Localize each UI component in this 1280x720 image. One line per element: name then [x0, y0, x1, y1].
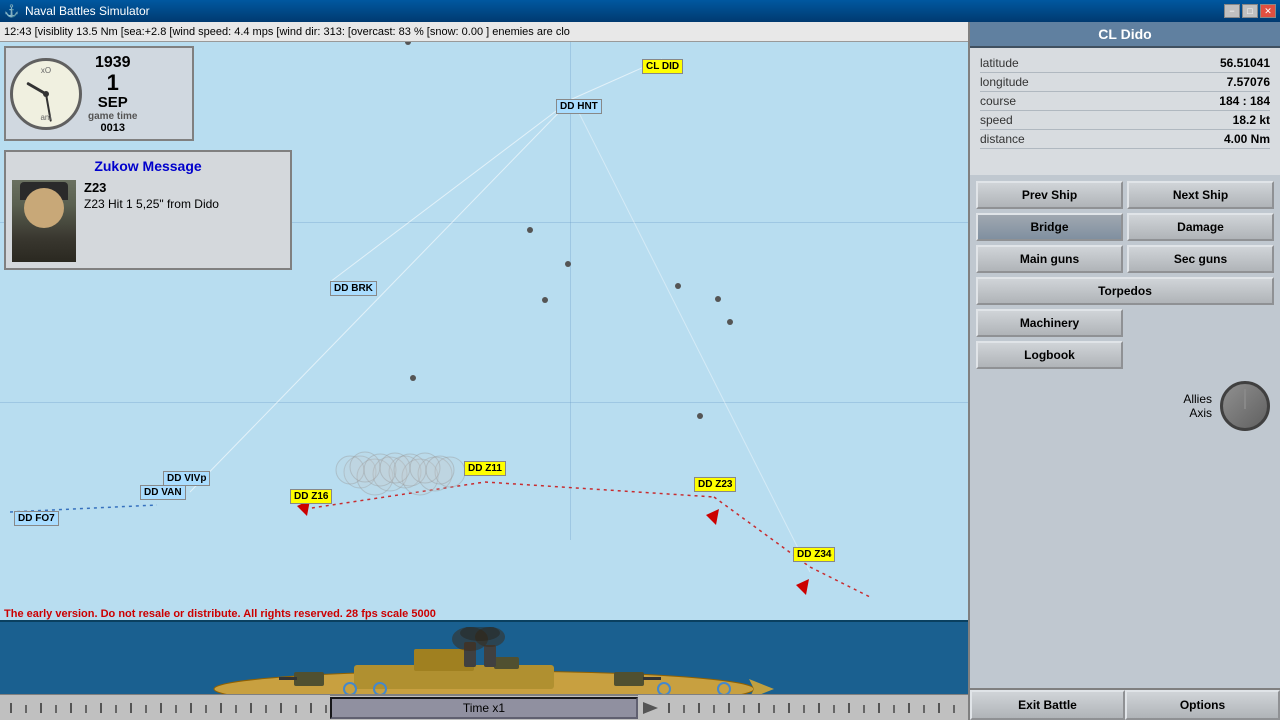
longitude-value: 7.57076: [1227, 75, 1270, 89]
stat-row-distance: distance 4.00 Nm: [980, 130, 1270, 149]
ship-label-dd-brk[interactable]: DD BRK: [330, 281, 377, 296]
message-body: Z23 Hit 1 5,25" from Dido: [84, 197, 219, 211]
bridge-button[interactable]: Bridge: [976, 213, 1123, 241]
prev-ship-button[interactable]: Prev Ship: [976, 181, 1123, 209]
clock-month: SEP: [98, 94, 128, 111]
time-control-slider[interactable]: Time x1: [330, 697, 638, 719]
axis-label: Axis: [1189, 406, 1212, 420]
grid-line-horizontal-2: [0, 402, 968, 403]
ship-label-dd-hnt[interactable]: DD HNT: [556, 99, 602, 114]
compass-needle-s: [1244, 389, 1246, 409]
logbook-button[interactable]: Logbook: [976, 341, 1123, 369]
course-value: 184 : 184: [1219, 94, 1270, 108]
next-ship-button[interactable]: Next Ship: [1127, 181, 1274, 209]
longitude-label: longitude: [980, 75, 1029, 89]
message-text: Z23 Z23 Hit 1 5,25" from Dido: [84, 180, 219, 262]
stat-row-longitude: longitude 7.57076: [980, 73, 1270, 92]
main-container: 12:43 [visiblity 13.5 Nm [sea:+2.8 [wind…: [0, 22, 1280, 720]
btn-row-3: Main guns Sec guns: [976, 245, 1274, 273]
clock-day: 1: [107, 72, 119, 94]
titlebar-controls: − □ ✕: [1224, 4, 1276, 18]
speed-label: speed: [980, 113, 1013, 127]
sec-guns-button[interactable]: Sec guns: [1127, 245, 1274, 273]
time-control-label: Time x1: [463, 701, 505, 715]
distance-value: 4.00 Nm: [1224, 132, 1270, 146]
close-button[interactable]: ✕: [1260, 4, 1276, 18]
clock-gametime: 0013: [100, 122, 124, 134]
minimize-button[interactable]: −: [1224, 4, 1240, 18]
clock-panel: xO am 1939 1 SEP game time 0013: [4, 46, 194, 141]
message-avatar: [12, 180, 76, 262]
ship-label-dd-vivp[interactable]: DD VIVp: [163, 471, 210, 486]
options-button[interactable]: Options: [1125, 690, 1280, 720]
distance-label: distance: [980, 132, 1025, 146]
latitude-label: latitude: [980, 56, 1019, 70]
clock-marking-am: am: [40, 113, 51, 122]
torpedos-button[interactable]: Torpedos: [976, 277, 1274, 305]
grid-line-vertical: [570, 42, 571, 540]
ship-label-dd-z11[interactable]: DD Z11: [464, 461, 506, 476]
ship-label-cl-did[interactable]: CL DID: [642, 59, 683, 74]
clock-year: 1939: [95, 54, 131, 72]
maximize-button[interactable]: □: [1242, 4, 1258, 18]
control-buttons: Prev Ship Next Ship Bridge Damage Main g…: [970, 175, 1280, 375]
ship-label-dd-z16[interactable]: DD Z16: [290, 489, 332, 504]
allies-label: Allies: [1183, 392, 1212, 406]
avatar-face: [24, 188, 64, 228]
damage-button[interactable]: Damage: [1127, 213, 1274, 241]
ship-info-header: CL Dido: [970, 22, 1280, 48]
app-icon: ⚓: [4, 4, 19, 18]
course-label: course: [980, 94, 1016, 108]
app-title: Naval Battles Simulator: [25, 4, 150, 18]
clock-gametime-label: game time: [88, 111, 137, 122]
right-panel: CL Dido latitude 56.51041 longitude 7.57…: [968, 22, 1280, 720]
clock-marking-xo: xO: [41, 66, 51, 75]
btn-row-4: Torpedos: [976, 277, 1274, 305]
ship-label-dd-z34[interactable]: DD Z34: [793, 547, 835, 562]
exit-battle-button[interactable]: Exit Battle: [970, 690, 1125, 720]
clock-info: 1939 1 SEP game time 0013: [88, 54, 137, 134]
machinery-button[interactable]: Machinery: [976, 309, 1123, 337]
btn-row-5: Machinery: [976, 309, 1274, 337]
avatar-image: [12, 180, 76, 262]
message-content: Z23 Z23 Hit 1 5,25" from Dido: [12, 180, 284, 262]
btn-row-2: Bridge Damage: [976, 213, 1274, 241]
message-name: Z23: [84, 180, 219, 195]
stat-row-latitude: latitude 56.51041: [980, 54, 1270, 73]
stat-row-course: course 184 : 184: [980, 92, 1270, 111]
main-guns-button[interactable]: Main guns: [976, 245, 1123, 273]
titlebar-left: ⚓ Naval Battles Simulator: [4, 4, 150, 18]
speed-value: 18.2 kt: [1233, 113, 1270, 127]
titlebar: ⚓ Naval Battles Simulator − □ ✕: [0, 0, 1280, 22]
message-panel: Zukow Message Z23 Z23 Hit 1 5,25" from D…: [4, 150, 292, 270]
clock-face: xO am: [10, 58, 82, 130]
clock-hour-hand: [26, 81, 47, 95]
ship-label-dd-van[interactable]: DD VAN: [140, 485, 186, 500]
ship-label-dd-fo7[interactable]: DD FO7: [14, 511, 59, 526]
status-bar: 12:43 [visiblity 13.5 Nm [sea:+2.8 [wind…: [0, 22, 968, 42]
compass: [1220, 381, 1270, 431]
status-text: 12:43 [visiblity 13.5 Nm [sea:+2.8 [wind…: [4, 26, 570, 38]
btn-row-1: Prev Ship Next Ship: [976, 181, 1274, 209]
right-bottom-buttons: Exit Battle Options: [970, 688, 1280, 720]
ship-label-dd-z23[interactable]: DD Z23: [694, 477, 736, 492]
ship-stats: latitude 56.51041 longitude 7.57076 cour…: [970, 48, 1280, 155]
btn-row-6: Logbook: [976, 341, 1274, 369]
latitude-value: 56.51041: [1220, 56, 1270, 70]
watermark: The early version. Do not resale or dist…: [4, 606, 968, 620]
ship-stats-spacer: [970, 155, 1280, 175]
compass-labels: Allies Axis: [1183, 392, 1212, 420]
compass-area: Allies Axis: [970, 375, 1280, 437]
message-title: Zukow Message: [12, 158, 284, 174]
bottom-time-bar: Time x1: [0, 694, 968, 720]
stat-row-speed: speed 18.2 kt: [980, 111, 1270, 130]
watermark-text: The early version. Do not resale or dist…: [4, 608, 436, 620]
right-ticks-svg: [638, 695, 968, 720]
left-ticks-svg: [0, 695, 330, 720]
map-area[interactable]: 12:43 [visiblity 13.5 Nm [sea:+2.8 [wind…: [0, 22, 968, 720]
